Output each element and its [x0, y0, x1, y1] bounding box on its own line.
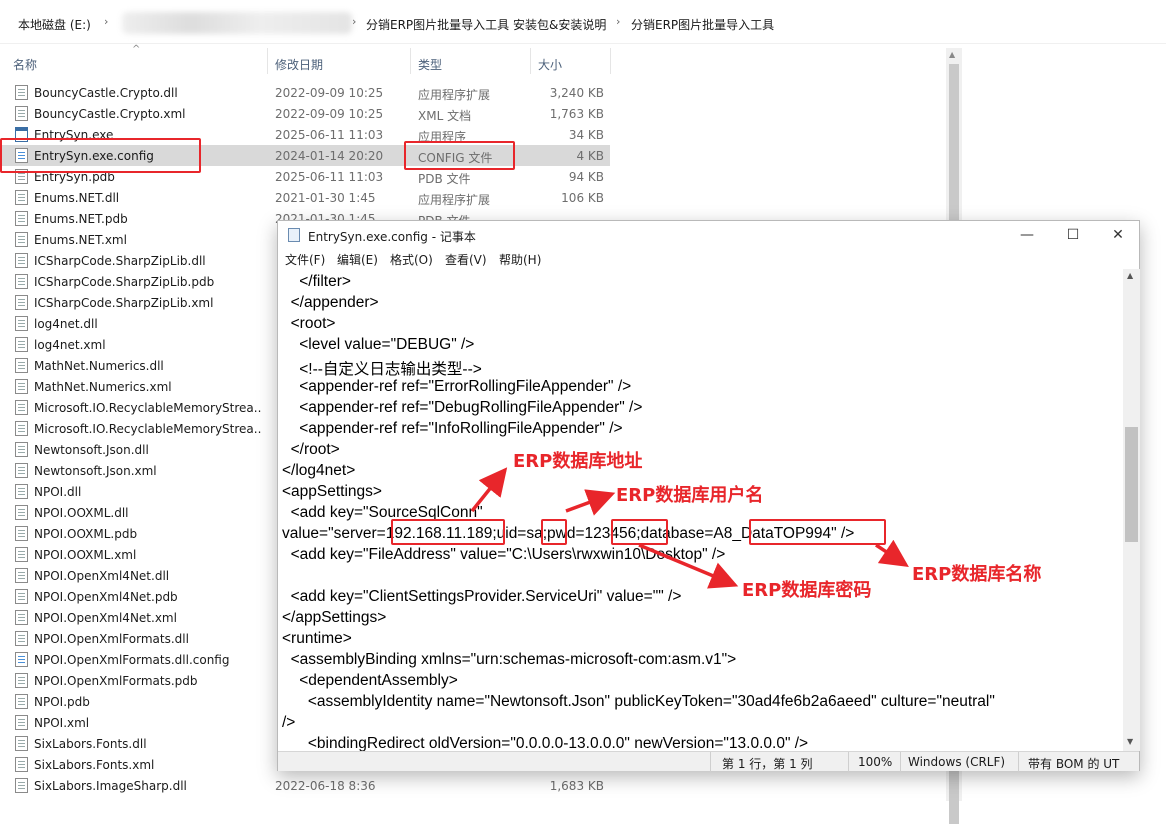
annotation-server: ERP数据库地址: [513, 451, 643, 472]
annotation-password: ERP数据库密码: [742, 580, 872, 601]
arrow-user: [565, 489, 616, 516]
arrow-password: [638, 543, 739, 589]
annotation-database: ERP数据库名称: [912, 564, 1042, 585]
arrow-server: [470, 467, 508, 513]
annotation-arrows: [470, 467, 909, 589]
arrow-database: [875, 539, 909, 567]
annotation-user: ERP数据库用户名: [616, 485, 764, 506]
